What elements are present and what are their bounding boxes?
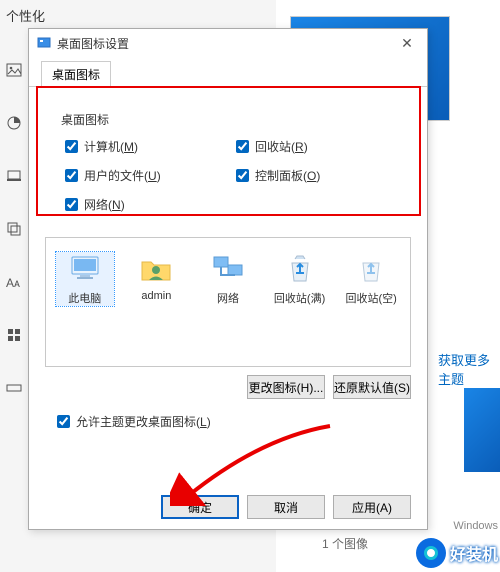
allow-theme-row: 允许主题更改桌面图标(L) [29, 399, 427, 430]
icon-item-recycle-empty[interactable]: 回收站(空) [342, 252, 400, 306]
checkbox-label: 控制面板 [255, 169, 303, 183]
checkbox-label: 允许主题更改桌面图标 [76, 415, 196, 429]
start-icon[interactable] [6, 327, 22, 346]
theme-thumbnail[interactable] [464, 388, 500, 472]
network-icon [210, 252, 246, 286]
settings-sidebar: Aᴀ [0, 40, 28, 572]
checkbox-grid: 计算机(M) 回收站(R) 用户的文件(U) 控制面板(O) 网络(N) [59, 138, 397, 213]
checkbox-network-input[interactable] [65, 198, 78, 211]
fonts-icon[interactable]: Aᴀ [6, 274, 22, 293]
computer-icon [67, 252, 103, 286]
icon-item-network[interactable]: 网络 [199, 252, 257, 306]
checkbox-label: 用户的文件 [84, 169, 144, 183]
watermark: 好装机 [416, 538, 498, 568]
icon-buttons-row: 更改图标(H)... 还原默认值(S) [29, 367, 427, 399]
recycle-full-icon [282, 252, 318, 286]
lockscreen-icon[interactable] [6, 168, 22, 187]
close-icon[interactable]: ✕ [395, 35, 419, 52]
svg-text:Aᴀ: Aᴀ [6, 276, 20, 290]
checkbox-userfiles-input[interactable] [65, 169, 78, 182]
themes-icon[interactable] [6, 221, 22, 240]
dialog-title: 桌面图标设置 [57, 35, 395, 52]
icon-item-thispc[interactable]: 此电脑 [56, 252, 114, 306]
icon-label: 回收站(空) [342, 290, 400, 306]
checkbox-allow-theme-input[interactable] [57, 415, 70, 428]
icon-preview-panel: 此电脑 admin 网络 回收站(满) 回收站(空) [45, 237, 411, 367]
icon-label: 此电脑 [56, 290, 114, 306]
checkbox-cpanel-input[interactable] [236, 169, 249, 182]
checkbox-label: 计算机 [84, 140, 120, 154]
watermark-text: 好装机 [450, 541, 498, 565]
picture-icon[interactable] [6, 62, 22, 81]
icon-label: admin [128, 290, 186, 302]
apply-button[interactable]: 应用(A) [333, 495, 411, 519]
dialog-tabstrip: 桌面图标 [29, 61, 427, 87]
recycle-empty-icon [353, 252, 389, 286]
checkbox-computer-input[interactable] [65, 140, 78, 153]
taskbar-icon[interactable] [6, 380, 22, 399]
checkbox-recycle[interactable]: 回收站(R) [236, 138, 397, 155]
change-icon-button[interactable]: 更改图标(H)... [247, 375, 325, 399]
checkbox-recycle-input[interactable] [236, 140, 249, 153]
icon-label: 网络 [199, 290, 257, 306]
dialog-titlebar: 桌面图标设置 ✕ [29, 29, 427, 57]
checkbox-computer[interactable]: 计算机(M) [65, 138, 226, 155]
icon-label: 回收站(满) [271, 290, 329, 306]
desktop-icons-group: 桌面图标 计算机(M) 回收站(R) 用户的文件(U) 控制面板(O) 网络(N… [45, 101, 411, 227]
checkbox-network[interactable]: 网络(N) [65, 196, 226, 213]
windows-activation-label: Windows [453, 520, 498, 532]
checkbox-cpanel[interactable]: 控制面板(O) [236, 167, 397, 184]
group-label: 桌面图标 [59, 111, 397, 128]
color-icon[interactable] [6, 115, 22, 134]
checkbox-label: 回收站 [255, 140, 291, 154]
cancel-button[interactable]: 取消 [247, 495, 325, 519]
more-themes-link[interactable]: 获取更多主题 [438, 350, 500, 388]
icon-item-admin[interactable]: admin [128, 252, 186, 302]
image-count-label: 1 个图像 [322, 535, 368, 552]
dialog-buttons-row: 确定 取消 应用(A) [29, 495, 427, 519]
checkbox-userfiles[interactable]: 用户的文件(U) [65, 167, 226, 184]
checkbox-label: 网络 [84, 198, 108, 212]
tab-desktop-icons[interactable]: 桌面图标 [41, 61, 111, 87]
desktop-icon-settings-dialog: 桌面图标设置 ✕ 桌面图标 桌面图标 计算机(M) 回收站(R) 用户的文件(U… [28, 28, 428, 530]
icon-item-recycle-full[interactable]: 回收站(满) [271, 252, 329, 306]
restore-default-button[interactable]: 还原默认值(S) [333, 375, 411, 399]
dialog-title-icon [37, 36, 51, 50]
ok-button[interactable]: 确定 [161, 495, 239, 519]
user-folder-icon [138, 252, 174, 286]
settings-header: 个性化 [6, 6, 45, 25]
watermark-logo-icon [416, 538, 446, 568]
checkbox-allow-theme[interactable]: 允许主题更改桌面图标(L) [57, 413, 427, 430]
